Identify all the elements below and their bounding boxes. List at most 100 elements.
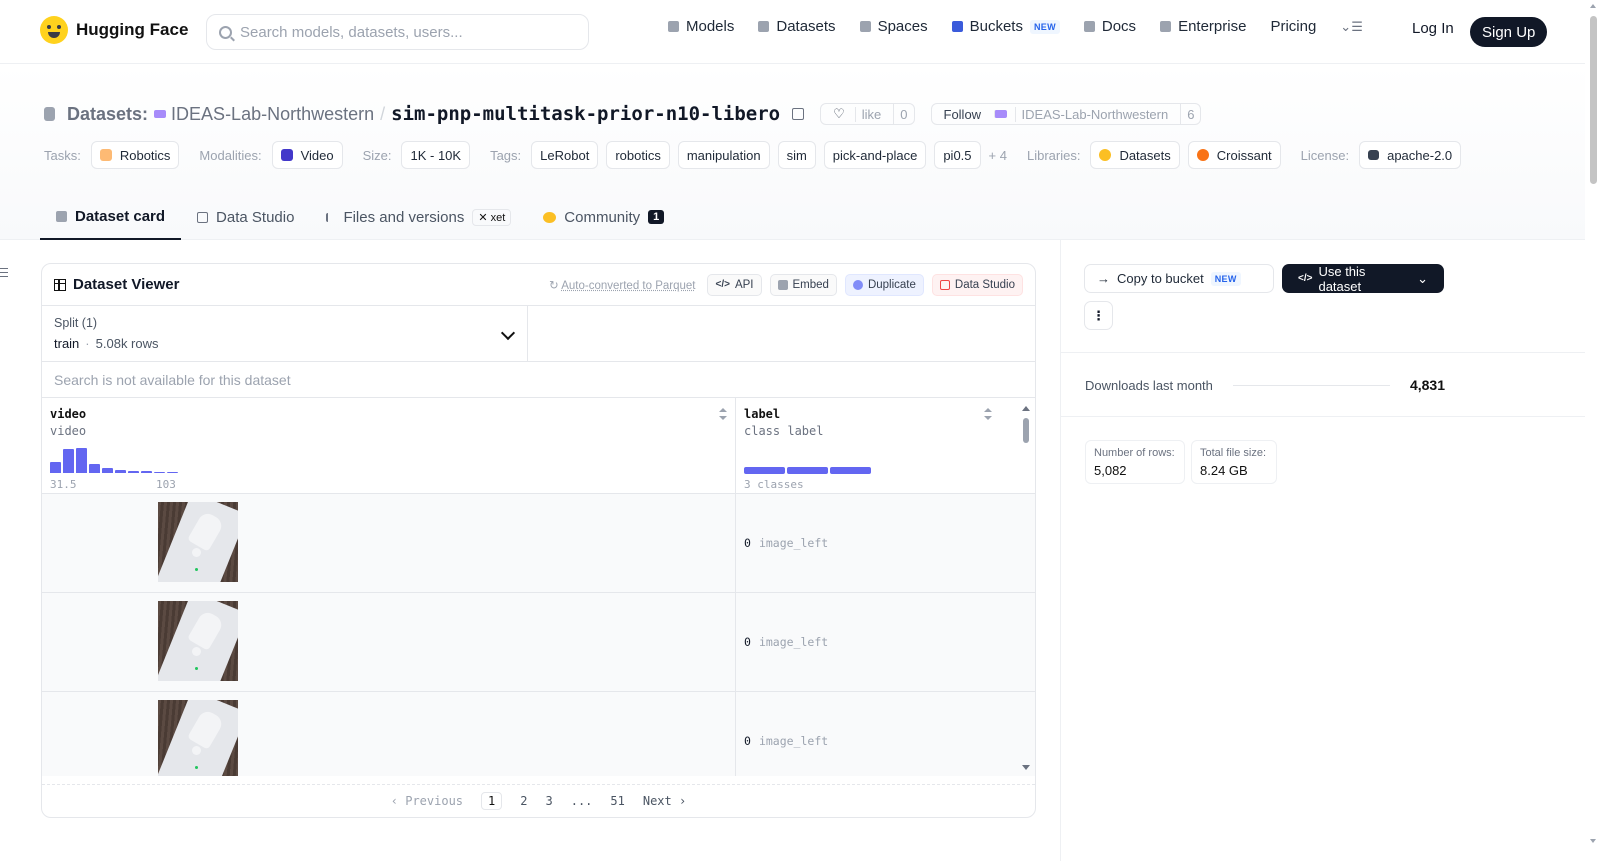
- histogram-bar[interactable]: [115, 470, 126, 473]
- video-thumbnail[interactable]: [158, 502, 238, 582]
- search-input[interactable]: Search models, datasets, users...: [206, 14, 589, 50]
- dataset-viewer: Dataset Viewer ↻ Auto-converted to Parqu…: [41, 263, 1036, 818]
- license-tag[interactable]: apache-2.0: [1359, 141, 1462, 169]
- histogram-bar[interactable]: [50, 462, 61, 473]
- histogram-bar[interactable]: [154, 472, 165, 473]
- tab-dataset-card[interactable]: Dataset card: [40, 194, 182, 240]
- downloads-sparkline: [1232, 384, 1390, 386]
- size-tag[interactable]: 1K - 10K: [401, 141, 471, 169]
- scroll-up-icon[interactable]: [1590, 4, 1596, 8]
- page-scrollbar[interactable]: [1587, 0, 1600, 861]
- table-row[interactable]: 0 image_left: [42, 692, 1035, 776]
- scrollbar-thumb[interactable]: [1590, 16, 1597, 184]
- library-croissant[interactable]: Croissant: [1187, 141, 1281, 169]
- follow-button[interactable]: Follow IDEAS-Lab-Northwestern 6: [930, 103, 1202, 125]
- histogram-bar[interactable]: [63, 449, 74, 473]
- more-options-button[interactable]: ⋮: [1084, 301, 1113, 330]
- modality-tag[interactable]: Video: [271, 141, 343, 169]
- library-datasets[interactable]: Datasets: [1090, 141, 1180, 169]
- histogram-bar[interactable]: [141, 471, 152, 473]
- sort-icon[interactable]: [984, 408, 992, 420]
- size-stat: Total file size: 8.24 GB: [1191, 440, 1277, 484]
- class-bar-segment[interactable]: [787, 467, 828, 474]
- tag-robotics[interactable]: robotics: [606, 141, 670, 169]
- tag-sim[interactable]: sim: [777, 141, 816, 169]
- nav-models-label: Models: [686, 18, 735, 35]
- duplicate-button[interactable]: Duplicate: [844, 273, 924, 296]
- section-label[interactable]: Datasets:: [67, 104, 148, 125]
- label-name: image_left: [758, 635, 829, 649]
- column-header-label[interactable]: label class label 3 classes: [736, 398, 1000, 493]
- viewer-title: Dataset Viewer: [54, 276, 179, 293]
- database-icon: [44, 107, 55, 121]
- page-3[interactable]: 3: [545, 794, 552, 808]
- nav-models[interactable]: Models: [668, 18, 734, 35]
- histogram-bar[interactable]: [128, 471, 139, 473]
- scroll-up-icon[interactable]: [1022, 406, 1030, 411]
- split-selector[interactable]: Split (1) train · 5.08k rows: [42, 306, 528, 361]
- table-scrollbar[interactable]: [1021, 398, 1031, 776]
- sort-icon[interactable]: [719, 408, 727, 420]
- next-page-button[interactable]: Next ›: [643, 794, 686, 808]
- brand-logo[interactable]: Hugging Face: [40, 16, 188, 44]
- scroll-down-icon[interactable]: [1590, 839, 1596, 843]
- histogram-bar[interactable]: [167, 472, 178, 473]
- tab-data-studio[interactable]: Data Studio: [181, 194, 310, 240]
- embed-button[interactable]: Embed: [769, 273, 837, 296]
- dataset-name[interactable]: sim-pnp-multitask-prior-n10-libero: [391, 103, 780, 125]
- tab-community-label: Community: [564, 208, 641, 226]
- video-thumbnail[interactable]: [158, 700, 238, 776]
- copy-icon[interactable]: [792, 108, 805, 120]
- modality-tag-label: Video: [300, 147, 334, 163]
- video-thumbnail[interactable]: [158, 601, 238, 681]
- data-studio-button[interactable]: Data Studio: [931, 273, 1023, 296]
- previous-page-button[interactable]: ‹ Previous: [391, 794, 463, 808]
- login-link[interactable]: Log In: [1412, 20, 1454, 37]
- task-tag[interactable]: Robotics: [90, 141, 180, 169]
- auto-converted-link[interactable]: ↻ Auto-converted to Parquet: [549, 278, 695, 292]
- copy-to-bucket-button[interactable]: → Copy to bucket NEW: [1084, 264, 1274, 293]
- tab-files[interactable]: Files and versions ✕ xet: [310, 194, 527, 240]
- class-bar-segment[interactable]: [830, 467, 871, 474]
- tag-manipulation[interactable]: manipulation: [677, 141, 770, 169]
- nav-enterprise[interactable]: Enterprise: [1160, 18, 1246, 35]
- api-label: API: [734, 278, 754, 291]
- scrollbar-thumb[interactable]: [1023, 418, 1029, 443]
- tasks-label: Tasks:: [44, 147, 81, 163]
- rows-stat: Number of rows: 5,082: [1085, 440, 1185, 484]
- tab-community[interactable]: Community 1: [527, 194, 680, 240]
- new-badge: NEW: [1029, 19, 1060, 34]
- nav-docs[interactable]: Docs: [1083, 18, 1136, 35]
- page-51[interactable]: 51: [610, 794, 624, 808]
- class-bar-segment[interactable]: [744, 467, 785, 474]
- nav-pricing[interactable]: Pricing: [1270, 18, 1316, 35]
- page-2[interactable]: 2: [520, 794, 527, 808]
- hist-min: 31.5: [50, 478, 77, 491]
- histogram-bar[interactable]: [89, 464, 100, 473]
- page-1[interactable]: 1: [481, 792, 503, 810]
- toc-toggle-icon[interactable]: [0, 268, 8, 277]
- signup-button[interactable]: Sign Up: [1470, 17, 1548, 47]
- tag-pick-and-place[interactable]: pick-and-place: [823, 141, 927, 169]
- embed-label: Embed: [792, 278, 829, 291]
- api-button[interactable]: </> API: [707, 273, 762, 296]
- table-row[interactable]: 0 image_left: [42, 593, 1035, 692]
- use-this-dataset-button[interactable]: </> Use this dataset ⌄: [1282, 264, 1444, 294]
- like-button[interactable]: ♡ like 0: [820, 103, 915, 125]
- org-link[interactable]: IDEAS-Lab-Northwestern: [154, 104, 374, 125]
- table-row[interactable]: 0 image_left: [42, 494, 1035, 593]
- cube-icon: [668, 21, 679, 32]
- nav-datasets[interactable]: Datasets: [758, 18, 836, 35]
- tag-pi05[interactable]: pi0.5: [934, 141, 981, 169]
- more-menu-icon[interactable]: ⌄☰: [1340, 19, 1363, 35]
- downloads-row: Downloads last month 4,831: [1085, 377, 1445, 393]
- more-tags-link[interactable]: + 4: [989, 148, 1007, 163]
- nav-spaces[interactable]: Spaces: [859, 18, 928, 35]
- scroll-down-icon[interactable]: [1022, 765, 1030, 770]
- sidebar-divider: [1060, 240, 1061, 861]
- column-header-video[interactable]: video video 31.5 103: [42, 398, 736, 493]
- nav-buckets[interactable]: Buckets NEW: [951, 18, 1060, 35]
- tag-lerobot[interactable]: LeRobot: [531, 141, 599, 169]
- histogram-bar[interactable]: [76, 448, 87, 473]
- histogram-bar[interactable]: [102, 468, 113, 473]
